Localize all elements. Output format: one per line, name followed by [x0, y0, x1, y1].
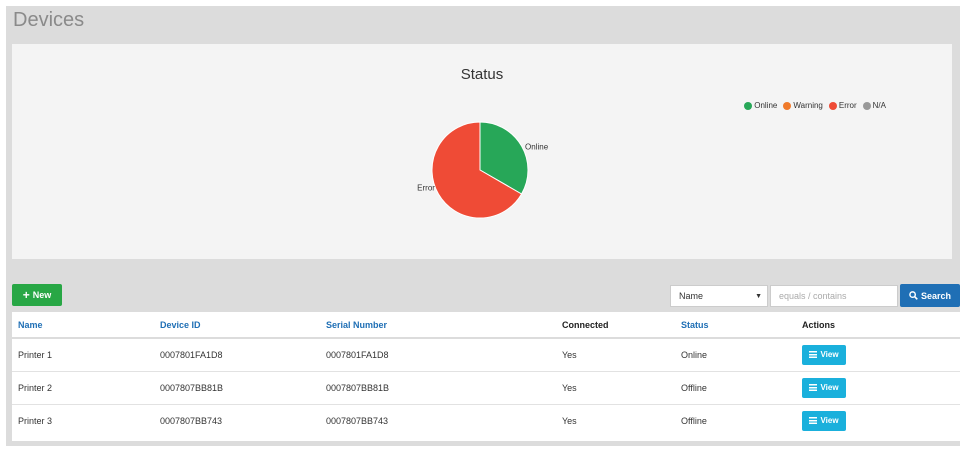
- cell-actions: View: [796, 338, 960, 372]
- cell-actions: View: [796, 404, 960, 437]
- view-button-label: View: [820, 350, 839, 360]
- status-chart-panel: Status Online Warning Error N/A Online Er…: [12, 44, 952, 259]
- status-pie-chart: Online Error: [417, 121, 549, 219]
- column-header-status[interactable]: Status: [675, 312, 796, 339]
- table-row: Printer 2 0007807BB81B 0007807BB81B Yes …: [12, 371, 960, 405]
- view-button-label: View: [820, 383, 839, 392]
- cell-device-id: 0007807BB81B: [154, 371, 320, 405]
- table-row: Printer 3 0007807BB743 0007807BB743 Yes …: [12, 404, 960, 437]
- cell-serial-number: 0007801FA1D8: [320, 338, 556, 372]
- cell-connected: Yes: [556, 371, 675, 405]
- cell-status: Online: [675, 338, 796, 372]
- cell-device-id: 0007801FA1D8: [154, 338, 320, 372]
- column-header-actions: Actions: [796, 312, 960, 339]
- devices-table-wrap: Name Device ID Serial Number Connected S…: [12, 312, 960, 441]
- new-device-button[interactable]: + New: [12, 284, 62, 306]
- cell-name: Printer 3: [18, 415, 53, 426]
- view-device-button[interactable]: View: [802, 410, 846, 431]
- cell-name: Printer 2: [12, 371, 154, 405]
- cell-connected: Yes: [562, 415, 577, 426]
- cell-status: Offline: [681, 415, 707, 426]
- column-header-name[interactable]: Name: [12, 312, 154, 339]
- search-button[interactable]: Search: [900, 284, 960, 307]
- filter-field-select[interactable]: Name ▼: [670, 285, 768, 307]
- table-header-row: Name Device ID Serial Number Connected S…: [12, 312, 960, 339]
- cell-connected: Yes: [556, 338, 675, 372]
- search-icon: [909, 291, 918, 300]
- list-icon: [809, 384, 818, 391]
- view-button-label: View: [820, 416, 839, 426]
- column-header-serial-number[interactable]: Serial Number: [320, 312, 556, 339]
- plus-icon: +: [22, 288, 30, 302]
- pie-label-online: Online: [525, 143, 549, 152]
- cell-actions: View: [796, 371, 960, 405]
- devices-table: Name Device ID Serial Number Connected S…: [12, 312, 960, 437]
- view-device-button[interactable]: View: [802, 344, 846, 365]
- new-button-label: New: [32, 290, 52, 300]
- column-header-connected: Connected: [556, 312, 675, 339]
- caret-down-icon: ▼: [755, 292, 762, 300]
- search-button-label: Search: [920, 290, 952, 301]
- cell-status: Offline: [675, 371, 796, 405]
- list-icon: [809, 417, 818, 425]
- list-icon: [809, 351, 818, 359]
- cell-name: Printer 1: [12, 338, 154, 372]
- filter-value-input[interactable]: [770, 285, 898, 307]
- cell-serial-number: 0007807BB743: [326, 415, 389, 426]
- column-header-device-id[interactable]: Device ID: [154, 312, 320, 339]
- devices-page: Devices Status Online Warning Error N/A …: [6, 6, 960, 446]
- cell-device-id: 0007807BB743: [160, 415, 223, 426]
- filter-field-value: Name: [679, 291, 704, 301]
- table-row: Printer 1 0007801FA1D8 0007801FA1D8 Yes …: [12, 338, 960, 372]
- page-title: Devices: [13, 9, 85, 31]
- cell-serial-number: 0007807BB81B: [320, 371, 556, 405]
- view-device-button[interactable]: View: [802, 377, 846, 398]
- pie-label-error: Error: [417, 183, 435, 192]
